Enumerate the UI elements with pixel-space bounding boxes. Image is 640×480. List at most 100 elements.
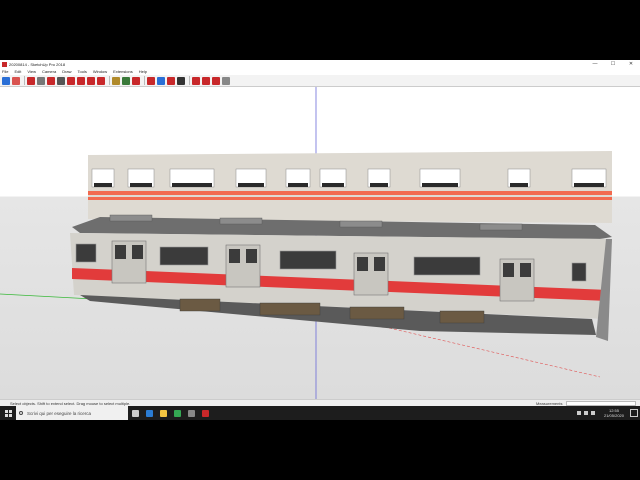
passenger-silhouette <box>574 183 604 187</box>
extension-icon[interactable] <box>202 76 210 85</box>
offset-icon[interactable] <box>97 76 105 85</box>
toolbar <box>0 75 640 87</box>
toolbar-separator <box>24 76 25 85</box>
file-explorer-icon-glyph <box>159 409 167 417</box>
passenger-silhouette <box>422 183 458 187</box>
maximize-button[interactable]: ☐ <box>604 61 622 67</box>
orbit-icon[interactable] <box>147 76 155 85</box>
window-title: 20200814 - SketchUp Pro 2018 <box>9 61 66 67</box>
zoom-extents-icon[interactable] <box>177 76 185 85</box>
menu-help[interactable]: Help <box>139 69 147 74</box>
passenger-silhouette <box>288 183 308 187</box>
eraser-icon[interactable] <box>12 76 20 85</box>
train-window <box>159 246 209 266</box>
passenger-silhouette <box>130 183 152 187</box>
passenger-silhouette <box>94 183 112 187</box>
train-window <box>413 256 481 276</box>
passenger-silhouette <box>370 183 388 187</box>
roof-ac-unit <box>479 223 523 231</box>
network-icon[interactable] <box>583 411 588 415</box>
menu-file[interactable]: File <box>2 69 8 74</box>
sketchup-logo-icon <box>2 61 7 67</box>
clock-date: 21/05/2020 <box>603 413 624 418</box>
side-panel-texture <box>88 151 612 223</box>
sketchup-icon-glyph <box>201 409 209 417</box>
menu-view[interactable]: View <box>27 69 36 74</box>
menu-extensions[interactable]: Extensions <box>113 69 133 74</box>
minimize-button[interactable]: — <box>586 61 604 67</box>
train-model-scene <box>0 87 612 399</box>
ruby-icon[interactable] <box>212 76 220 85</box>
select-icon[interactable] <box>2 76 10 85</box>
windows-logo-icon <box>4 409 12 417</box>
settings-icon-glyph <box>187 409 195 417</box>
sketchup-icon[interactable] <box>198 406 212 420</box>
toolbar-separator <box>109 76 110 85</box>
underfloor-equipment <box>259 302 321 316</box>
train-car-3d <box>70 214 612 341</box>
push-pull-icon[interactable] <box>57 76 65 85</box>
move-icon[interactable] <box>67 76 75 85</box>
pan-icon[interactable] <box>157 76 165 85</box>
search-placeholder: Scrivi qui per eseguire la ricerca <box>27 410 92 416</box>
task-view-icon[interactable] <box>128 406 142 420</box>
line-icon[interactable] <box>27 76 35 85</box>
task-view-icon-glyph <box>131 409 139 417</box>
door-window <box>229 249 240 263</box>
warehouse-icon[interactable] <box>192 76 200 85</box>
menu-edit[interactable]: Edit <box>14 69 21 74</box>
taskbar-search-input[interactable]: Scrivi qui per eseguire la ricerca <box>16 406 128 420</box>
start-button[interactable] <box>0 406 16 420</box>
passenger-silhouette <box>238 183 264 187</box>
door-window <box>357 257 368 271</box>
door-window <box>132 245 143 259</box>
windows-taskbar: Scrivi qui per eseguire la ricerca 12:55… <box>0 406 640 420</box>
menu-tools[interactable]: Tools <box>78 69 87 74</box>
edge-icon[interactable] <box>142 406 156 420</box>
roof-ac-unit <box>219 217 263 225</box>
toolbar-separator <box>189 76 190 85</box>
train-window <box>279 250 337 270</box>
menu-bar: File Edit View Camera Draw Tools Window … <box>0 68 640 75</box>
close-button[interactable]: ✕ <box>622 61 640 67</box>
tray-chevron-icon[interactable] <box>576 411 581 415</box>
passenger-silhouette <box>322 183 344 187</box>
settings-icon[interactable] <box>184 406 198 420</box>
paint-icon[interactable] <box>132 76 140 85</box>
scale-icon[interactable] <box>87 76 95 85</box>
clock[interactable]: 12:55 21/05/2020 <box>604 408 624 418</box>
chrome-icon[interactable] <box>170 406 184 420</box>
sandbox-icon[interactable] <box>222 76 230 85</box>
status-bar: Select objects. Shift to extend select. … <box>0 399 640 406</box>
pinned-apps <box>128 406 212 420</box>
tape-icon[interactable] <box>112 76 120 85</box>
chrome-icon-glyph <box>173 409 181 417</box>
door-window <box>503 263 514 277</box>
search-icon <box>19 411 23 415</box>
measurements-input[interactable] <box>566 400 636 406</box>
system-tray <box>576 411 598 415</box>
menu-camera[interactable]: Camera <box>42 69 56 74</box>
underfloor-equipment <box>439 310 485 324</box>
door-window <box>246 249 257 263</box>
text-icon[interactable] <box>122 76 130 85</box>
notification-icon[interactable] <box>630 409 638 417</box>
roof-ac-unit <box>339 220 383 228</box>
rotate-icon[interactable] <box>77 76 85 85</box>
menu-draw[interactable]: Draw <box>62 69 71 74</box>
rectangle-icon[interactable] <box>47 76 55 85</box>
file-explorer-icon[interactable] <box>156 406 170 420</box>
title-bar: 20200814 - SketchUp Pro 2018 — ☐ ✕ <box>0 60 640 68</box>
passenger-silhouette <box>510 183 528 187</box>
arc-icon[interactable] <box>37 76 45 85</box>
door-window <box>374 257 385 271</box>
roof-ac-unit <box>109 214 153 222</box>
zoom-icon[interactable] <box>167 76 175 85</box>
measurements-label: Measurements <box>536 400 563 406</box>
model-viewport[interactable] <box>0 87 640 399</box>
door-window <box>115 245 126 259</box>
menu-window[interactable]: Window <box>93 69 107 74</box>
status-hint: Select objects. Shift to extend select. … <box>10 400 131 406</box>
volume-icon[interactable] <box>590 411 595 415</box>
toolbar-separator <box>144 76 145 85</box>
